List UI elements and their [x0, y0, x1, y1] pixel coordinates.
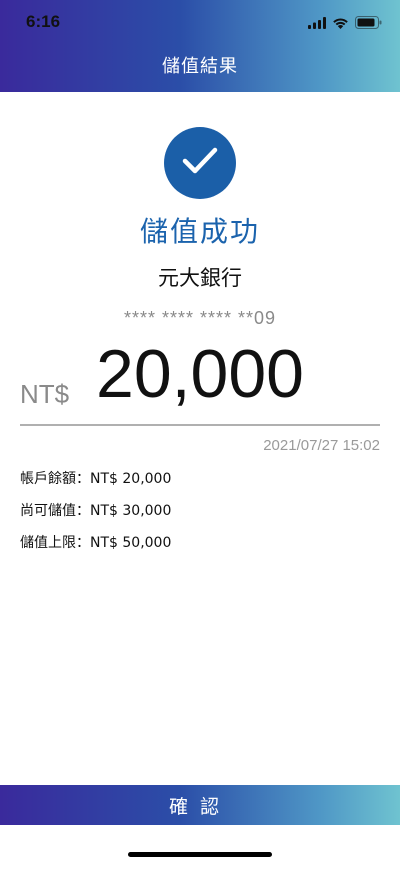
confirm-button-label: 確認 [168, 795, 231, 818]
home-indicator[interactable] [128, 852, 272, 857]
detail-label: 尚可儲值： [20, 503, 90, 519]
card-number: **** **** **** **09 [123, 308, 277, 328]
detail-label: 儲值上限： [20, 535, 90, 551]
status-time: 6:16 [26, 12, 61, 31]
status-icons [308, 14, 382, 33]
transaction-timestamp: 2021/07/27 15:02 [263, 437, 380, 454]
detail-row-balance: 帳戶餘額：NT$ 20,000 [20, 469, 171, 501]
header-bar: 6:16 儲值結果 [0, 0, 400, 92]
detail-value: NT$ 20,000 [90, 471, 172, 487]
status-bar: 6:16 [0, 0, 400, 46]
wifi-icon [332, 14, 349, 33]
details-list: 帳戶餘額：NT$ 20,000 尚可儲值：NT$ 30,000 儲值上限：NT$… [20, 469, 171, 565]
detail-row-limit: 儲值上限：NT$ 50,000 [20, 533, 171, 565]
bank-name: 元大銀行 [158, 266, 242, 290]
result-title: 儲值成功 [139, 215, 260, 248]
detail-value: NT$ 30,000 [90, 503, 172, 519]
check-icon [180, 145, 220, 181]
detail-label: 帳戶餘額： [20, 471, 90, 487]
detail-row-remaining: 尚可儲值：NT$ 30,000 [20, 501, 171, 533]
signal-icon [308, 14, 326, 33]
success-badge [164, 127, 236, 199]
amount-divider [20, 424, 380, 426]
page-title: 儲值結果 [162, 56, 238, 77]
battery-icon [355, 14, 382, 33]
confirm-button[interactable]: 確認 [0, 785, 400, 825]
currency-label: NT$ [20, 379, 70, 409]
top-up-amount: 20,000 [96, 336, 304, 412]
detail-value: NT$ 50,000 [90, 535, 172, 551]
